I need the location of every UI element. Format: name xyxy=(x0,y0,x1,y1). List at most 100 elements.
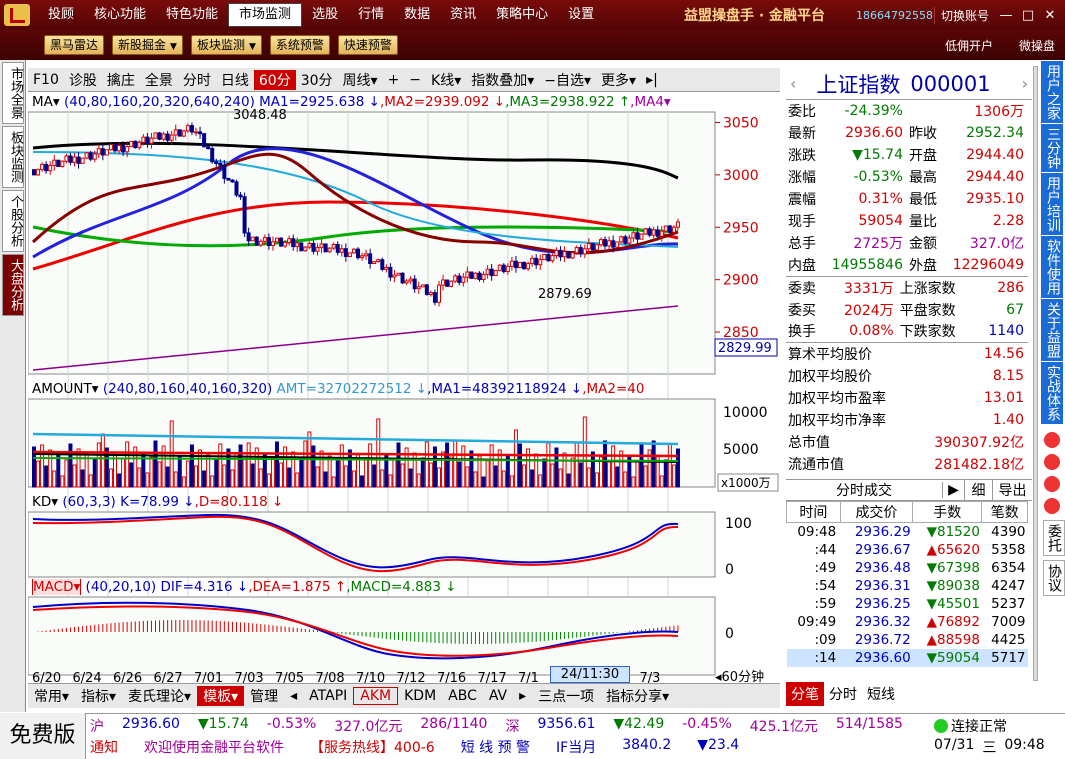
tick-row[interactable]: :09 2936.72 ▲88598 4425 xyxy=(787,631,1028,649)
indicator-tab-4[interactable]: 管理 xyxy=(244,686,284,706)
tick-row[interactable]: :49 2936.48 ▼67398 6354 xyxy=(787,559,1028,577)
side-nav-item-0[interactable]: 用户之家 xyxy=(1041,61,1063,123)
next-stock-icon[interactable]: › xyxy=(1022,74,1032,93)
close-icon[interactable]: ✕ xyxy=(1039,8,1061,23)
candle-body xyxy=(493,269,498,277)
indicator-tab-7[interactable]: AKM xyxy=(353,687,399,705)
service-icon[interactable] xyxy=(1042,496,1062,516)
amount-indicator-menu[interactable]: AMOUNT▾ xyxy=(32,381,99,397)
quote-cell: 涨幅 xyxy=(788,170,816,186)
chart-tool-10[interactable]: − xyxy=(404,72,426,88)
tick-export-button[interactable]: 导出 xyxy=(992,480,1032,500)
candle-body xyxy=(133,140,138,149)
indicator-tab-12[interactable]: 三点一项 xyxy=(532,686,600,706)
tick-row[interactable]: :14 2936.60 ▼59054 5717 xyxy=(786,648,1028,667)
tick-row[interactable]: 09:49 2936.32 ▲76892 7009 xyxy=(787,613,1028,631)
notice-2[interactable]: 【服务热线】400-6 xyxy=(310,737,435,757)
maximize-icon[interactable]: □ xyxy=(1017,8,1039,23)
side-nav-item-1[interactable]: 三分钟 xyxy=(1041,124,1063,172)
chart-tool-2[interactable]: 擒庄 xyxy=(102,70,140,90)
toolbar-button-3[interactable]: 系统预警 xyxy=(269,35,330,55)
tick-row[interactable]: 09:48 2936.29 ▼81520 4390 xyxy=(787,523,1028,541)
side-nav-item-4[interactable]: 关于益盟 xyxy=(1041,299,1063,361)
prev-stock-icon[interactable]: ‹ xyxy=(790,74,796,93)
volume-bar xyxy=(671,464,676,488)
chart-tool-7[interactable]: 30分 xyxy=(296,70,338,90)
kd-indicator-menu[interactable]: KD▾ xyxy=(32,494,58,510)
side-nav2-0[interactable]: 委托 xyxy=(1043,520,1065,556)
right-scrollbar[interactable] xyxy=(1033,66,1038,681)
menu-item-7[interactable]: 资讯 xyxy=(440,0,486,30)
tick-tab-1[interactable]: 分时 xyxy=(824,682,862,706)
indicator-tab-2[interactable]: 麦氏理论▾ xyxy=(122,686,197,706)
notice-1[interactable]: 欢迎使用金融平台软件 xyxy=(144,737,284,757)
indicator-tab-10[interactable]: AV xyxy=(483,688,513,704)
chart-tool-15[interactable]: ▸| xyxy=(641,72,663,88)
indicator-tab-6[interactable]: ATAPI xyxy=(303,688,353,704)
tick-tab-2[interactable]: 短线 xyxy=(862,682,900,706)
user-icon[interactable] xyxy=(1042,474,1062,494)
toolbar-button-1[interactable]: 新股掘金 ▼ xyxy=(112,35,183,55)
indicator-tab-13[interactable]: 指标分享▾ xyxy=(600,686,675,706)
side-nav-item-5[interactable]: 实战体系 xyxy=(1041,362,1063,424)
menu-item-8[interactable]: 策略中心 xyxy=(486,0,558,30)
chart-tool-6[interactable]: 60分 xyxy=(253,69,296,90)
left-tab-2[interactable]: 个股分析 xyxy=(2,190,24,252)
tick-detail-button[interactable]: 细 xyxy=(964,480,992,500)
indicator-tab-8[interactable]: KDM xyxy=(398,688,442,704)
indicator-tab-1[interactable]: 指标▾ xyxy=(75,686,122,706)
candle-body xyxy=(449,280,454,287)
chart-tool-1[interactable]: 诊股 xyxy=(64,70,102,90)
chart-tool-11[interactable]: K线▾ xyxy=(426,70,466,90)
candle-body xyxy=(214,161,219,164)
chart-tool-0[interactable]: F10 xyxy=(28,72,64,88)
candle-body xyxy=(339,248,344,253)
chart-tool-3[interactable]: 全景 xyxy=(140,70,178,90)
chart-tool-14[interactable]: 更多▾ xyxy=(596,70,641,90)
menu-item-3[interactable]: 市场监测 xyxy=(228,3,303,27)
toolbar-button-0[interactable]: 黑马雷达 xyxy=(44,35,105,55)
chart-tool-12[interactable]: 指数叠加▾ xyxy=(466,70,539,90)
indicator-tab-0[interactable]: 常用▾ xyxy=(28,686,75,706)
open-account-link[interactable]: 低佣开户 xyxy=(945,37,993,54)
menu-item-4[interactable]: 选股 xyxy=(302,0,348,30)
gift-icon[interactable] xyxy=(1042,452,1062,472)
menu-item-6[interactable]: 数据 xyxy=(394,0,440,30)
side-nav-item-3[interactable]: 软件使用 xyxy=(1041,236,1063,298)
candle-body xyxy=(635,232,640,240)
tick-tab-0[interactable]: 分笔 xyxy=(786,682,824,706)
left-tab-0[interactable]: 市场全景 xyxy=(2,62,24,124)
micro-trade-link[interactable]: 微操盘 xyxy=(1019,37,1055,54)
chart-tool-4[interactable]: 分时 xyxy=(178,70,216,90)
candle-body xyxy=(631,232,636,239)
menu-item-0[interactable]: 投顾 xyxy=(38,0,84,30)
candle-body xyxy=(420,284,425,288)
side-nav2-1[interactable]: 协议 xyxy=(1043,560,1065,596)
switch-account-link[interactable]: 切换账号 xyxy=(933,6,995,24)
left-tab-1[interactable]: 板块监测 xyxy=(2,126,24,188)
menu-item-5[interactable]: 行情 xyxy=(348,0,394,30)
menu-item-9[interactable]: 设置 xyxy=(558,0,604,30)
macd-indicator-menu[interactable]: MACD▾ xyxy=(32,579,82,595)
chart-tool-13[interactable]: −自选▾ xyxy=(539,70,596,90)
tick-row[interactable]: :54 2936.31 ▼89038 4247 xyxy=(787,577,1028,595)
trade-icon[interactable] xyxy=(1042,430,1062,450)
side-nav-item-2[interactable]: 用户培训 xyxy=(1041,173,1063,235)
minimize-icon[interactable]: — xyxy=(995,8,1017,23)
left-tab-3[interactable]: 大盘分析 xyxy=(2,254,24,316)
toolbar-button-2[interactable]: 板块监测 ▼ xyxy=(190,35,262,55)
tick-play-icon[interactable]: ▶ xyxy=(942,482,964,498)
chart-tool-9[interactable]: + xyxy=(383,72,405,88)
toolbar-button-4[interactable]: 快速预警 xyxy=(337,35,398,55)
indicator-tab-3[interactable]: 模板▾ xyxy=(197,686,245,706)
notice-0[interactable]: 通知 xyxy=(90,737,118,757)
chart-tool-8[interactable]: 周线▾ xyxy=(338,70,383,90)
indicator-tab-9[interactable]: ABC xyxy=(442,688,483,704)
tick-row[interactable]: :44 2936.67 ▲65620 5358 xyxy=(787,541,1028,559)
indicator-tab-11[interactable]: ▸ xyxy=(513,688,532,704)
tick-row[interactable]: :59 2936.25 ▼45501 5237 xyxy=(787,595,1028,613)
indicator-tab-5[interactable]: ◂ xyxy=(284,688,303,704)
chart-tool-5[interactable]: 日线 xyxy=(216,70,254,90)
menu-item-2[interactable]: 特色功能 xyxy=(156,0,228,30)
menu-item-1[interactable]: 核心功能 xyxy=(84,0,156,30)
